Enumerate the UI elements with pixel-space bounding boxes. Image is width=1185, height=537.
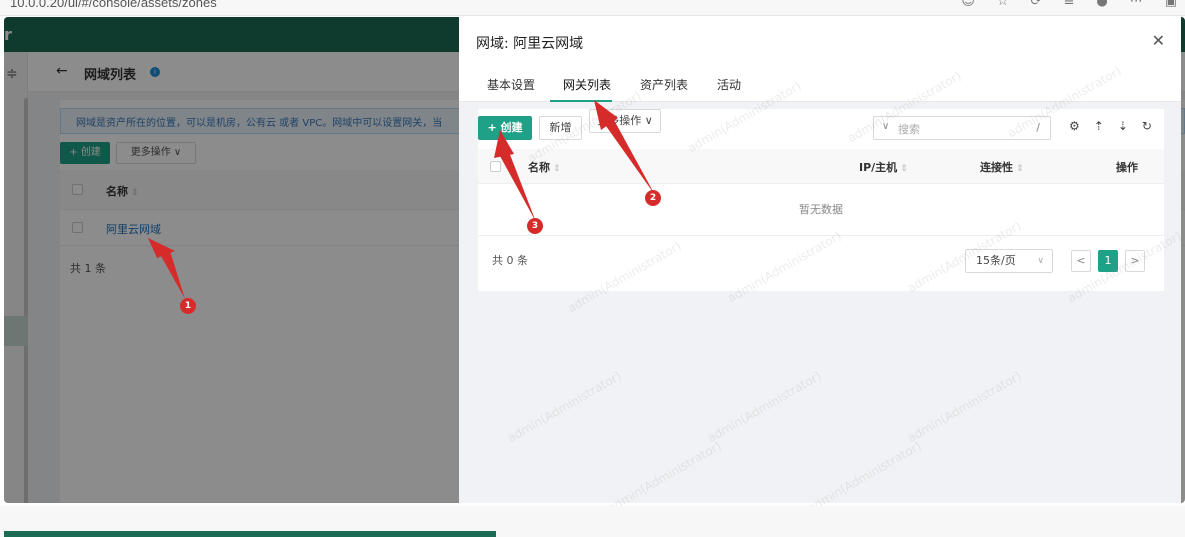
annotation-marker-1: 1 xyxy=(180,298,196,314)
annotation-arrow-2 xyxy=(594,100,655,195)
header-bar-edge xyxy=(4,531,496,537)
next-screenshot-edge xyxy=(0,506,1185,537)
annotation-arrow-1 xyxy=(148,238,185,299)
annotation-layer xyxy=(148,100,655,299)
annotation-arrow-3 xyxy=(494,130,536,222)
annotation-marker-2: 2 xyxy=(645,190,661,206)
annotation-marker-3: 3 xyxy=(527,218,543,234)
